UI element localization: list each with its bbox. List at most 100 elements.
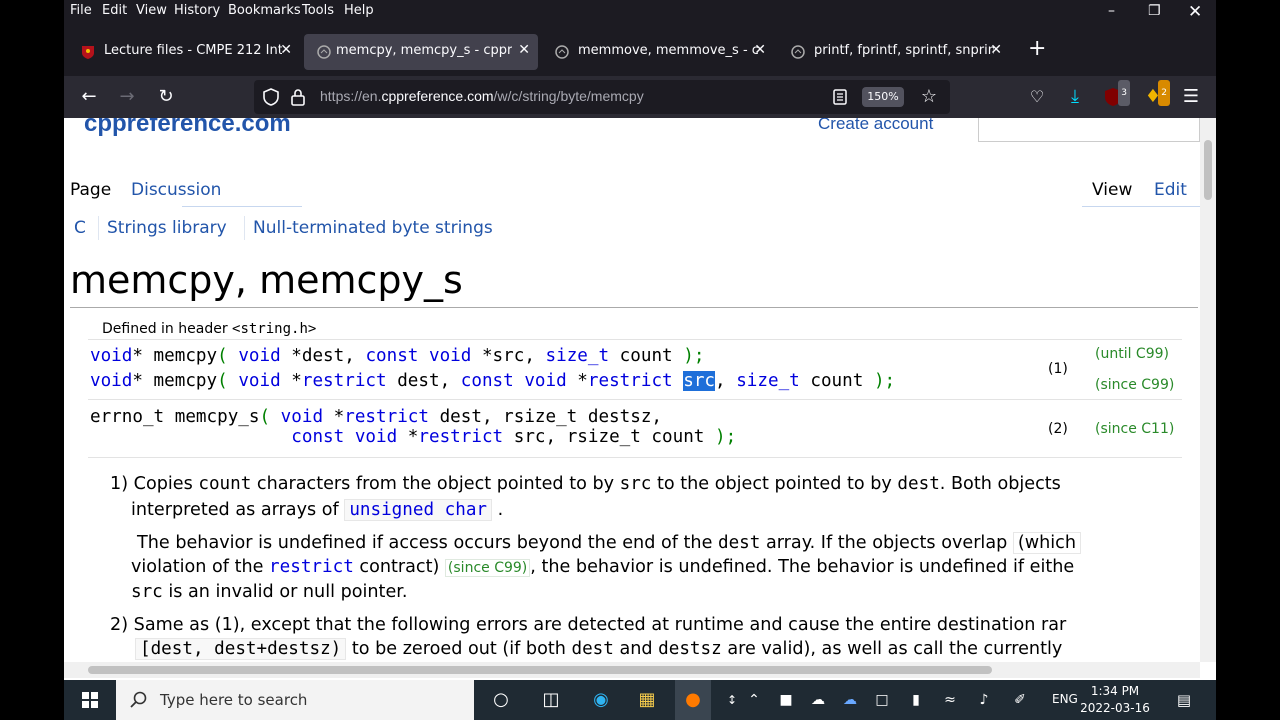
menu-help[interactable]: Help <box>344 3 374 18</box>
taskbar-search-input[interactable]: Type here to search <box>116 680 474 720</box>
code-dest-range: [dest, dest+destsz) <box>135 638 347 660</box>
volume-icon[interactable]: ♪ <box>972 688 996 712</box>
text: Copies <box>133 474 193 494</box>
desc-item-1-line-3: The behavior is undefined if access occu… <box>137 532 1081 554</box>
menu-bar: File Edit View History Bookmarks Tools H… <box>64 0 1216 26</box>
tab-underline <box>1082 206 1200 207</box>
pen-icon[interactable]: ✐ <box>1008 688 1032 712</box>
close-tab-icon[interactable]: ✕ <box>754 42 766 58</box>
desc-item-1-line-2: interpreted as arrays of unsigned char . <box>131 499 503 521</box>
cortana-icon[interactable]: ○ <box>489 688 513 712</box>
back-icon[interactable]: ← <box>76 84 102 110</box>
create-account-link[interactable]: Create account <box>818 118 933 134</box>
site-logo[interactable]: cppreference.com <box>84 118 291 138</box>
search-icon <box>130 691 147 708</box>
url-prefix: https://en. <box>320 88 382 104</box>
notifications-icon[interactable]: ▤ <box>1172 688 1196 712</box>
downloads-icon[interactable]: ⤓ <box>1062 84 1088 110</box>
tab-strip: Lecture files - CMPE 212 Intro C ✕ memcp… <box>64 26 1216 76</box>
site-search-input[interactable] <box>978 118 1200 142</box>
tab-page[interactable]: Page <box>70 180 111 200</box>
menu-file[interactable]: File <box>70 3 92 18</box>
since-c11-badge[interactable]: (since C11) <box>1095 421 1174 437</box>
code-destsz: destsz <box>658 639 722 659</box>
crumb-strings-library[interactable]: Strings library <box>107 218 227 238</box>
firefox-window: File Edit View History Bookmarks Tools H… <box>64 0 1216 680</box>
tab-memcpy[interactable]: memcpy, memcpy_s - cppreference ✕ <box>304 34 538 70</box>
task-view-icon[interactable]: ◫ <box>539 688 563 712</box>
crumb-c[interactable]: C <box>74 218 86 238</box>
edge-icon[interactable]: ◉ <box>589 688 613 712</box>
tab-view[interactable]: View <box>1092 180 1132 200</box>
header-name[interactable]: <string.h> <box>232 321 316 337</box>
text: contract) <box>359 557 440 577</box>
windows-start-icon[interactable] <box>82 692 98 708</box>
since-c99-badge[interactable]: (since C99) <box>444 559 531 577</box>
tab-memmove[interactable]: memmove, memmove_s - cppre ✕ <box>542 34 774 70</box>
text: characters from the object pointed to by <box>256 474 615 494</box>
extension-puzzle-icon[interactable]: ♦ 2 <box>1140 80 1170 110</box>
text: is an invalid or null pointer. <box>168 582 408 602</box>
tab-discussion[interactable]: Discussion <box>131 180 221 200</box>
firefox-taskbar-icon[interactable]: ● <box>675 680 711 720</box>
tab-lecture-files[interactable]: Lecture files - CMPE 212 Intro C ✕ <box>68 34 300 70</box>
zoom-level[interactable]: 150% <box>862 87 904 107</box>
tab-underline <box>182 206 302 207</box>
cppreference-icon <box>317 45 331 59</box>
page-content: cppreference.com Create account Page Dis… <box>64 118 1200 662</box>
menu-history[interactable]: History <box>174 3 220 18</box>
close-tab-icon[interactable]: ✕ <box>518 42 530 58</box>
scroll-thumb[interactable] <box>1204 140 1212 200</box>
language-indicator[interactable]: ENG <box>1052 692 1078 706</box>
snip-tool-icon[interactable]: □ <box>870 688 894 712</box>
battery-icon[interactable]: ▮ <box>904 688 928 712</box>
pocket-icon[interactable]: ♡ <box>1024 84 1050 110</box>
row-divider <box>88 457 1182 458</box>
code-src: src <box>619 474 652 494</box>
shield-icon[interactable] <box>262 88 280 106</box>
reader-view-icon[interactable] <box>832 89 848 105</box>
url-text[interactable]: https://en.cppreference.com/w/c/string/b… <box>320 88 644 104</box>
reload-icon[interactable]: ↻ <box>153 84 179 110</box>
forward-icon[interactable]: → <box>114 84 140 110</box>
text: . Both objects <box>939 474 1061 494</box>
close-tab-icon[interactable]: ✕ <box>280 42 292 58</box>
desc-item-2-line-1: 2) Same as (1), except that the followin… <box>110 615 1066 635</box>
menu-edit[interactable]: Edit <box>102 3 127 18</box>
hamburger-menu-icon[interactable]: ☰ <box>1178 84 1204 110</box>
text: violation of the <box>131 557 264 577</box>
onedrive-business-icon[interactable]: ☁ <box>838 688 862 712</box>
file-explorer-icon[interactable]: ▦ <box>635 688 659 712</box>
onedrive-icon[interactable]: ☁ <box>806 688 830 712</box>
show-hidden-icons[interactable]: ⌃ <box>742 688 766 712</box>
minimize-icon[interactable]: – <box>1108 3 1115 19</box>
restore-icon[interactable]: ❐ <box>1148 3 1161 19</box>
menu-tools[interactable]: Tools <box>302 3 334 18</box>
tray-app-icon[interactable]: ■ <box>774 688 798 712</box>
since-c99-badge[interactable]: (since C99) <box>1095 377 1174 393</box>
vertical-scrollbar[interactable] <box>1200 118 1216 662</box>
scroll-thumb[interactable] <box>88 666 992 674</box>
wifi-icon[interactable]: ≈ <box>938 688 962 712</box>
menu-bookmarks[interactable]: Bookmarks <box>228 3 301 18</box>
horizontal-scrollbar[interactable] <box>64 662 1200 678</box>
bookmark-star-icon[interactable]: ☆ <box>916 84 942 110</box>
new-tab-button[interactable]: + <box>1028 36 1046 61</box>
search-placeholder: Type here to search <box>160 691 308 709</box>
until-c99-badge[interactable]: (until C99) <box>1095 346 1169 362</box>
item-number: 1) <box>110 474 129 494</box>
tab-title: memcpy, memcpy_s - cppreference <box>336 43 512 58</box>
lock-icon[interactable] <box>290 88 306 106</box>
close-tab-icon[interactable]: ✕ <box>990 42 1002 58</box>
system-clock[interactable]: 1:34 PM 2022-03-16 <box>1080 683 1150 717</box>
ublock-extension-icon[interactable]: 3 <box>1100 80 1130 110</box>
url-bar[interactable]: https://en.cppreference.com/w/c/string/b… <box>254 80 950 114</box>
code-dest: dest <box>897 474 940 494</box>
tab-printf[interactable]: printf, fprintf, sprintf, snprintf, pr ✕ <box>778 34 1010 70</box>
crumb-null-terminated[interactable]: Null-terminated byte strings <box>253 218 493 238</box>
taskbar-scroll-icon[interactable]: ↕ <box>720 688 744 712</box>
close-window-icon[interactable]: ✕ <box>1188 2 1202 22</box>
menu-view[interactable]: View <box>136 3 167 18</box>
tab-edit[interactable]: Edit <box>1154 180 1187 200</box>
text: interpreted as arrays of <box>131 500 339 520</box>
